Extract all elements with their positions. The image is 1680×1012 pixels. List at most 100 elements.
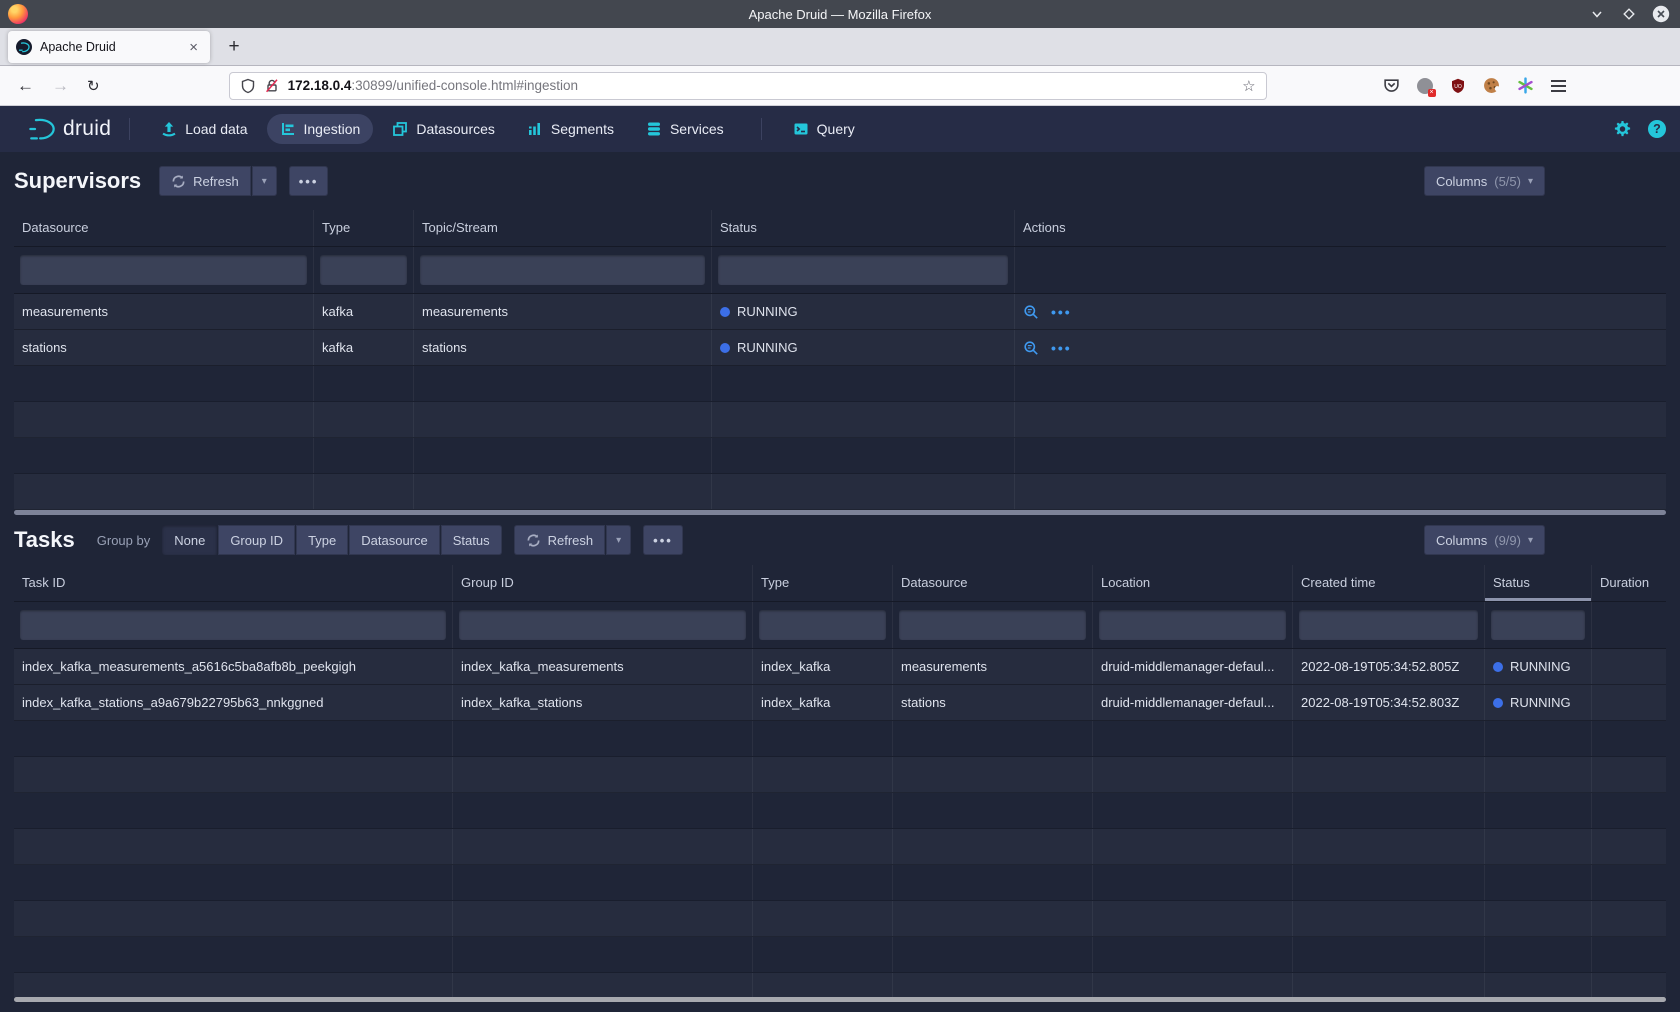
reload-icon[interactable]: ↻	[78, 73, 109, 99]
menu-icon[interactable]	[1551, 80, 1566, 92]
group-id-filter-input[interactable]	[459, 610, 746, 640]
navbar-divider	[761, 118, 762, 140]
status-filter-input[interactable]	[718, 255, 1008, 285]
colorful-asterisk-extension-icon[interactable]	[1517, 77, 1534, 94]
cell-created-time[interactable]: 2022-08-19T05:34:52.805Z	[1293, 649, 1485, 684]
search-template-icon[interactable]	[1023, 304, 1039, 320]
cell-task-id[interactable]: index_kafka_measurements_a5616c5ba8afb8b…	[14, 649, 453, 684]
cell-datasource[interactable]: measurements	[893, 649, 1093, 684]
column-header-topic-stream[interactable]: Topic/Stream	[414, 210, 712, 246]
window-maximize-icon[interactable]	[1620, 5, 1638, 23]
cell-datasource[interactable]: stations	[893, 685, 1093, 720]
column-header-datasource[interactable]: Datasource	[14, 210, 314, 246]
tab-close-icon[interactable]: ×	[185, 38, 202, 57]
druid-logo[interactable]: druid	[28, 116, 111, 142]
topic-stream-filter-input[interactable]	[420, 255, 705, 285]
cell-topic[interactable]: measurements	[414, 294, 712, 329]
supervisor-row[interactable]: stations kafka stations RUNNING •••	[14, 330, 1666, 366]
cell-status[interactable]: RUNNING	[1485, 649, 1592, 684]
group-by-none-button[interactable]: None	[162, 525, 217, 555]
column-header-status[interactable]: Status	[1485, 565, 1592, 601]
cell-type[interactable]: index_kafka	[753, 649, 893, 684]
gear-icon[interactable]	[1613, 120, 1632, 139]
column-header-type[interactable]: Type	[753, 565, 893, 601]
cell-datasource[interactable]: measurements	[14, 294, 314, 329]
cell-datasource[interactable]: stations	[14, 330, 314, 365]
nav-item-query[interactable]: Query	[780, 114, 868, 144]
nav-item-ingestion[interactable]: Ingestion	[267, 114, 374, 144]
insecure-lock-icon[interactable]	[264, 78, 280, 94]
tab-apache-druid[interactable]: Apache Druid ×	[8, 31, 210, 63]
row-more-icon[interactable]: •••	[1051, 341, 1072, 355]
column-header-location[interactable]: Location	[1093, 565, 1293, 601]
column-header-task-id[interactable]: Task ID	[14, 565, 453, 601]
tracking-shield-icon[interactable]	[240, 78, 256, 94]
cell-type[interactable]: kafka	[314, 294, 414, 329]
extension-disabled-icon[interactable]: ×	[1417, 78, 1433, 94]
group-by-group-id-button[interactable]: Group ID	[218, 525, 295, 555]
cell-task-id[interactable]: index_kafka_stations_a9a679b22795b63_nnk…	[14, 685, 453, 720]
supervisors-refresh-caret-button[interactable]: ▾	[252, 166, 277, 196]
help-icon[interactable]: ?	[1648, 120, 1666, 138]
created-time-filter-input[interactable]	[1299, 610, 1478, 640]
supervisors-columns-button[interactable]: Columns (5/5) ▾	[1424, 166, 1545, 196]
column-header-created-time[interactable]: Created time	[1293, 565, 1485, 601]
cell-location[interactable]: druid-middlemanager-defaul...	[1093, 685, 1293, 720]
url-text[interactable]: 172.18.0.4:30899/unified-console.html#in…	[288, 78, 1235, 93]
cookie-extension-icon[interactable]	[1483, 77, 1500, 94]
group-by-status-button[interactable]: Status	[441, 525, 502, 555]
status-filter-input[interactable]	[1491, 610, 1585, 640]
task-row[interactable]: index_kafka_measurements_a5616c5ba8afb8b…	[14, 649, 1666, 685]
column-header-duration[interactable]: Duration	[1592, 565, 1666, 601]
task-id-filter-input[interactable]	[20, 610, 446, 640]
bookmark-star-icon[interactable]: ☆	[1242, 77, 1255, 95]
search-template-icon[interactable]	[1023, 340, 1039, 356]
ublock-origin-icon[interactable]: UO	[1450, 78, 1466, 94]
tasks-refresh-caret-button[interactable]: ▾	[606, 525, 631, 555]
back-icon[interactable]: ←	[8, 72, 43, 100]
nav-item-datasources[interactable]: Datasources	[379, 114, 508, 144]
supervisors-more-button[interactable]: •••	[289, 166, 329, 196]
horizontal-scrollbar[interactable]	[14, 997, 1666, 1002]
group-by-type-button[interactable]: Type	[296, 525, 348, 555]
forward-icon[interactable]: →	[43, 72, 78, 100]
column-header-status[interactable]: Status	[712, 210, 1015, 246]
type-filter-input[interactable]	[320, 255, 407, 285]
type-filter-input[interactable]	[759, 610, 886, 640]
cell-duration[interactable]	[1592, 685, 1666, 720]
task-row[interactable]: index_kafka_stations_a9a679b22795b63_nnk…	[14, 685, 1666, 721]
nav-item-load-data[interactable]: Load data	[148, 114, 260, 144]
cell-created-time[interactable]: 2022-08-19T05:34:52.803Z	[1293, 685, 1485, 720]
location-filter-input[interactable]	[1099, 610, 1286, 640]
group-by-datasource-button[interactable]: Datasource	[349, 525, 439, 555]
column-header-datasource[interactable]: Datasource	[893, 565, 1093, 601]
new-tab-button[interactable]: +	[220, 33, 248, 61]
cell-duration[interactable]	[1592, 649, 1666, 684]
datasource-filter-input[interactable]	[20, 255, 307, 285]
window-minimize-icon[interactable]	[1588, 5, 1606, 23]
supervisors-refresh-button[interactable]: Refresh	[159, 166, 251, 196]
column-header-group-id[interactable]: Group ID	[453, 565, 753, 601]
nav-item-services[interactable]: Services	[633, 114, 737, 144]
cell-location[interactable]: druid-middlemanager-defaul...	[1093, 649, 1293, 684]
cell-type[interactable]: index_kafka	[753, 685, 893, 720]
nav-item-segments[interactable]: Segments	[514, 114, 627, 144]
cell-type[interactable]: kafka	[314, 330, 414, 365]
tasks-more-button[interactable]: •••	[643, 525, 683, 555]
cell-group-id[interactable]: index_kafka_measurements	[453, 649, 753, 684]
cell-status[interactable]: RUNNING	[712, 294, 1015, 329]
row-more-icon[interactable]: •••	[1051, 305, 1072, 319]
supervisor-row[interactable]: measurements kafka measurements RUNNING …	[14, 294, 1666, 330]
tasks-refresh-button[interactable]: Refresh	[514, 525, 606, 555]
more-icon: •••	[299, 174, 319, 189]
pocket-icon[interactable]	[1383, 77, 1400, 94]
cell-status[interactable]: RUNNING	[1485, 685, 1592, 720]
cell-status[interactable]: RUNNING	[712, 330, 1015, 365]
cell-group-id[interactable]: index_kafka_stations	[453, 685, 753, 720]
url-bar[interactable]: 172.18.0.4:30899/unified-console.html#in…	[229, 72, 1267, 100]
window-close-icon[interactable]	[1652, 5, 1670, 23]
tasks-columns-button[interactable]: Columns (9/9) ▾	[1424, 525, 1545, 555]
column-header-type[interactable]: Type	[314, 210, 414, 246]
cell-topic[interactable]: stations	[414, 330, 712, 365]
datasource-filter-input[interactable]	[899, 610, 1086, 640]
